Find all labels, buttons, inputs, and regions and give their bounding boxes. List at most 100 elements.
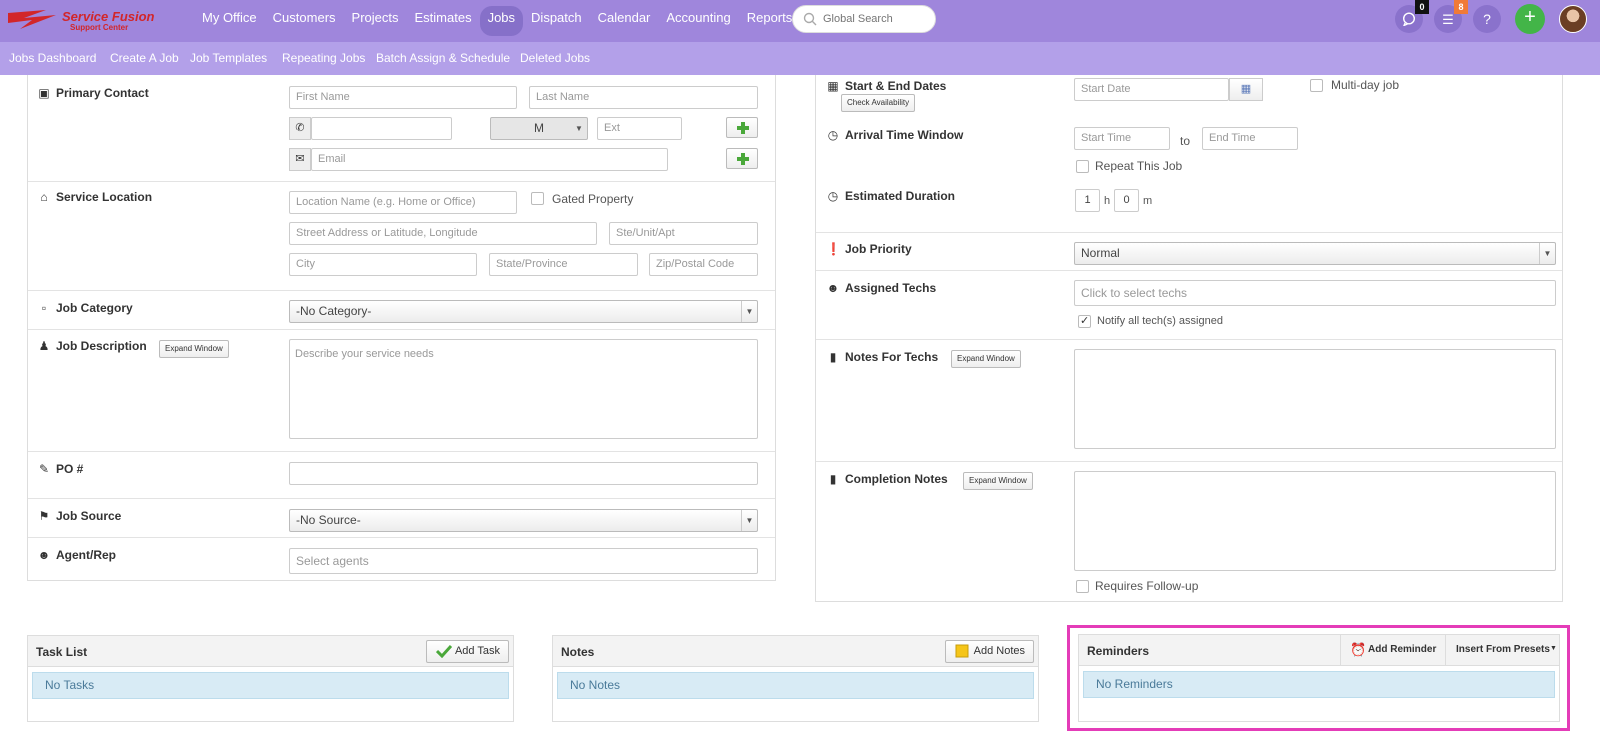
help-button[interactable]: ? bbox=[1473, 5, 1501, 33]
clock-icon: ◷ bbox=[827, 128, 839, 142]
messages-button[interactable]: 0 bbox=[1395, 0, 1429, 33]
start-end-dates-label: ▦ Start & End Dates bbox=[827, 79, 947, 93]
nav-customers[interactable]: Customers bbox=[265, 6, 344, 36]
calendar-icon: ▦ bbox=[827, 79, 839, 93]
city-input[interactable]: City bbox=[289, 253, 477, 276]
email-input[interactable]: Email bbox=[311, 148, 668, 171]
zip-input[interactable]: Zip/Postal Code bbox=[649, 253, 758, 276]
date-picker-button[interactable]: ▦ bbox=[1229, 78, 1263, 101]
nav-dispatch[interactable]: Dispatch bbox=[523, 6, 590, 36]
subnav-deleted-jobs[interactable]: Deleted Jobs bbox=[520, 51, 590, 65]
chevron-down-icon: ▼ bbox=[741, 510, 757, 531]
folder-icon: ▫ bbox=[41, 301, 47, 315]
phone-input[interactable] bbox=[311, 117, 452, 140]
multi-day-checkbox[interactable] bbox=[1310, 79, 1323, 92]
divider bbox=[816, 339, 1562, 340]
job-description-textarea[interactable]: Describe your service needs bbox=[289, 339, 758, 439]
repeat-job-label: Repeat This Job bbox=[1095, 159, 1183, 173]
add-phone-button[interactable] bbox=[726, 117, 758, 138]
expand-description-button[interactable]: Expand Window bbox=[159, 340, 229, 358]
completion-notes-textarea[interactable] bbox=[1074, 471, 1556, 571]
notify-techs-checkbox[interactable] bbox=[1078, 314, 1091, 328]
repeat-job-checkbox[interactable] bbox=[1076, 160, 1089, 173]
jobs-subnav: Jobs Dashboard Create A Job Job Template… bbox=[0, 42, 1600, 75]
notify-techs-label: Notify all tech(s) assigned bbox=[1097, 315, 1223, 327]
job-priority-label: ❗ Job Priority bbox=[826, 242, 912, 256]
state-input[interactable]: State/Province bbox=[489, 253, 638, 276]
expand-notes-techs-button[interactable]: Expand Window bbox=[951, 350, 1021, 368]
task-list-card: Task List Add Task No Tasks bbox=[27, 635, 514, 722]
add-notes-label: Add Notes bbox=[973, 645, 1025, 657]
subnav-repeating-jobs[interactable]: Repeating Jobs bbox=[282, 51, 365, 65]
logo-swoosh-icon bbox=[8, 10, 56, 29]
gated-property-label: Gated Property bbox=[552, 192, 634, 206]
global-search[interactable] bbox=[792, 5, 936, 33]
add-notes-button[interactable]: Add Notes bbox=[944, 640, 1034, 663]
job-category-select[interactable]: -No Category- ▼ bbox=[289, 300, 758, 323]
exclamation-icon: ❗ bbox=[826, 242, 841, 256]
subnav-create-a-job[interactable]: Create A Job bbox=[110, 51, 179, 65]
plus-icon: + bbox=[1524, 6, 1536, 28]
assigned-techs-label: ☻ Assigned Techs bbox=[826, 281, 937, 295]
duration-minutes-input[interactable]: 0 bbox=[1114, 189, 1139, 212]
divider bbox=[28, 290, 775, 291]
phone-type-select[interactable]: M ▼ bbox=[490, 117, 588, 140]
nav-accounting[interactable]: Accounting bbox=[658, 6, 738, 36]
help-icon: ? bbox=[1483, 11, 1491, 27]
primary-contact-label: ▣ Primary Contact bbox=[38, 86, 149, 100]
avatar[interactable] bbox=[1559, 5, 1587, 33]
divider bbox=[28, 181, 775, 182]
street-address-input[interactable]: Street Address or Latitude, Longitude bbox=[289, 222, 597, 245]
chevron-down-icon: ▼ bbox=[741, 301, 757, 322]
assigned-techs-input[interactable]: Click to select techs bbox=[1074, 280, 1556, 306]
divider bbox=[816, 461, 1562, 462]
subnav-batch-assign[interactable]: Batch Assign & Schedule bbox=[376, 51, 510, 65]
expand-completion-notes-button[interactable]: Expand Window bbox=[963, 472, 1033, 490]
task-list-title: Task List bbox=[36, 645, 88, 659]
brand-subtitle: Support Center bbox=[70, 23, 129, 32]
nav-projects[interactable]: Projects bbox=[344, 6, 407, 36]
nav-estimates[interactable]: Estimates bbox=[407, 6, 480, 36]
subnav-job-templates[interactable]: Job Templates bbox=[190, 51, 267, 65]
first-name-input[interactable]: First Name bbox=[289, 86, 517, 109]
home-icon: ⌂ bbox=[40, 190, 48, 204]
job-description-label: ♟ Job Description bbox=[38, 339, 147, 353]
service-location-label: ⌂ Service Location bbox=[37, 190, 152, 204]
minutes-unit-label: m bbox=[1143, 195, 1153, 207]
divider bbox=[28, 451, 775, 452]
job-priority-select[interactable]: Normal ▼ bbox=[1074, 242, 1556, 265]
nav-my-office[interactable]: My Office bbox=[194, 6, 265, 36]
chevron-down-icon: ▼ bbox=[575, 124, 583, 133]
duration-hours-input[interactable]: 1 bbox=[1075, 189, 1100, 212]
ste-unit-input[interactable]: Ste/Unit/Apt bbox=[609, 222, 758, 245]
last-name-input[interactable]: Last Name bbox=[529, 86, 758, 109]
notes-for-techs-label: ▮ Notes For Techs bbox=[826, 350, 938, 364]
start-date-input[interactable]: Start Date bbox=[1074, 78, 1229, 101]
contact-card-icon: ▣ bbox=[38, 86, 50, 100]
location-name-input[interactable]: Location Name (e.g. Home or Office) bbox=[289, 191, 517, 214]
check-availability-button[interactable]: Check Availability bbox=[841, 94, 916, 112]
brand-name: Service Fusion bbox=[62, 9, 155, 24]
global-search-input[interactable] bbox=[821, 11, 929, 27]
end-time-input[interactable]: End Time bbox=[1202, 127, 1298, 150]
po-number-input[interactable] bbox=[289, 462, 758, 485]
notes-for-techs-textarea[interactable] bbox=[1074, 349, 1556, 449]
nav-reports[interactable]: Reports bbox=[739, 6, 801, 36]
requires-follow-up-checkbox[interactable] bbox=[1076, 580, 1089, 593]
nav-jobs[interactable]: Jobs bbox=[479, 6, 524, 36]
job-source-select[interactable]: -No Source- ▼ bbox=[289, 509, 758, 532]
job-priority-value: Normal bbox=[1081, 246, 1120, 260]
add-email-button[interactable] bbox=[726, 148, 758, 169]
service-fusion-logo[interactable]: Service Fusion Support Center bbox=[6, 7, 156, 35]
start-time-input[interactable]: Start Time bbox=[1074, 127, 1170, 150]
quick-add-button[interactable]: + bbox=[1515, 4, 1545, 34]
nav-calendar[interactable]: Calendar bbox=[590, 6, 659, 36]
notifications-button[interactable]: ☰ 8 bbox=[1434, 0, 1468, 33]
agent-rep-input[interactable]: Select agents bbox=[289, 548, 758, 574]
gated-property-checkbox[interactable] bbox=[531, 192, 544, 205]
add-task-button[interactable]: Add Task bbox=[425, 640, 509, 663]
job-category-label: ▫ Job Category bbox=[37, 301, 133, 315]
subnav-jobs-dashboard[interactable]: Jobs Dashboard bbox=[9, 51, 96, 65]
ext-input[interactable]: Ext bbox=[597, 117, 682, 140]
job-source-value: -No Source- bbox=[296, 513, 361, 527]
